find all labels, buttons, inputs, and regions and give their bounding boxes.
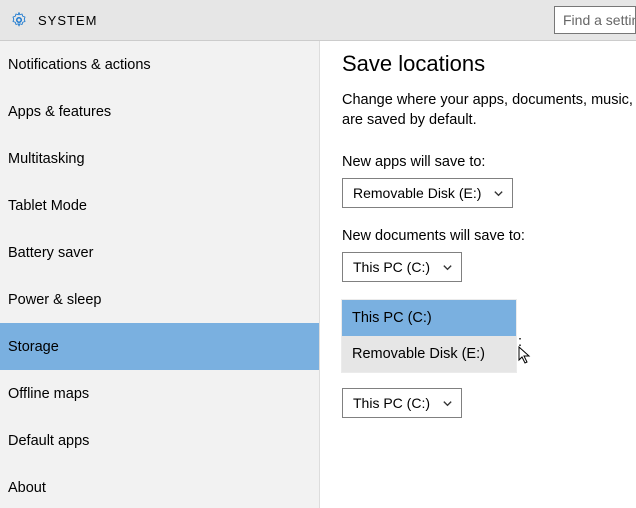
dropdown-option-removable[interactable]: Removable Disk (E:) <box>342 336 516 372</box>
obscured-label-tail: : <box>518 334 522 350</box>
sidebar-item-battery-saver[interactable]: Battery saver <box>0 229 319 276</box>
sidebar-item-label: About <box>8 480 46 496</box>
main-panel: Save locations Change where your apps, d… <box>320 41 636 508</box>
option-label: Removable Disk (E:) <box>352 346 485 362</box>
sidebar-item-label: Apps & features <box>8 104 111 120</box>
sidebar-item-power-sleep[interactable]: Power & sleep <box>0 276 319 323</box>
combo-value: This PC (C:) <box>353 259 430 275</box>
sidebar-item-multitasking[interactable]: Multitasking <box>0 135 319 182</box>
combo-below-dropdown[interactable]: This PC (C:) <box>342 388 462 418</box>
search-input[interactable]: Find a settin <box>554 6 636 34</box>
chevron-down-icon <box>442 398 453 409</box>
combo-new-apps[interactable]: Removable Disk (E:) <box>342 178 513 208</box>
sidebar-item-label: Power & sleep <box>8 292 102 308</box>
setting-new-documents: New documents will save to: This PC (C:) <box>342 228 636 282</box>
combo-new-documents[interactable]: This PC (C:) <box>342 252 462 282</box>
sidebar-item-apps-features[interactable]: Apps & features <box>0 88 319 135</box>
content-area: Notifications & actions Apps & features … <box>0 41 636 508</box>
option-label: This PC (C:) <box>352 310 432 326</box>
combo-value: Removable Disk (E:) <box>353 185 481 201</box>
sidebar-item-about[interactable]: About <box>0 464 319 508</box>
description-line: are saved by default. <box>342 112 477 128</box>
description-line: Change where your apps, documents, music… <box>342 92 633 108</box>
sidebar-item-label: Default apps <box>8 433 89 449</box>
sidebar-item-label: Storage <box>8 339 59 355</box>
sidebar-item-label: Notifications & actions <box>8 57 151 73</box>
page-title: Save locations <box>342 51 636 77</box>
header-title: SYSTEM <box>38 13 97 28</box>
sidebar-item-label: Offline maps <box>8 386 89 402</box>
chevron-down-icon <box>493 188 504 199</box>
sidebar-item-label: Battery saver <box>8 245 93 261</box>
setting-label: New apps will save to: <box>342 154 636 170</box>
sidebar-item-storage[interactable]: Storage <box>0 323 319 370</box>
page-description: Change where your apps, documents, music… <box>342 91 636 130</box>
combo-value: This PC (C:) <box>353 395 430 411</box>
dropdown-option-this-pc[interactable]: This PC (C:) <box>342 300 516 336</box>
sidebar-item-label: Tablet Mode <box>8 198 87 214</box>
chevron-down-icon <box>442 262 453 273</box>
header-bar: SYSTEM Find a settin <box>0 0 636 41</box>
gear-icon <box>10 11 28 29</box>
sidebar-item-label: Multitasking <box>8 151 85 167</box>
setting-new-apps: New apps will save to: Removable Disk (E… <box>342 154 636 208</box>
search-placeholder: Find a settin <box>563 12 636 28</box>
sidebar-item-default-apps[interactable]: Default apps <box>0 417 319 464</box>
dropdown-music-save[interactable]: This PC (C:) Removable Disk (E:) <box>342 300 516 372</box>
sidebar-item-notifications[interactable]: Notifications & actions <box>0 41 319 88</box>
sidebar: Notifications & actions Apps & features … <box>0 41 320 508</box>
setting-label: New documents will save to: <box>342 228 636 244</box>
sidebar-item-offline-maps[interactable]: Offline maps <box>0 370 319 417</box>
sidebar-item-tablet-mode[interactable]: Tablet Mode <box>0 182 319 229</box>
